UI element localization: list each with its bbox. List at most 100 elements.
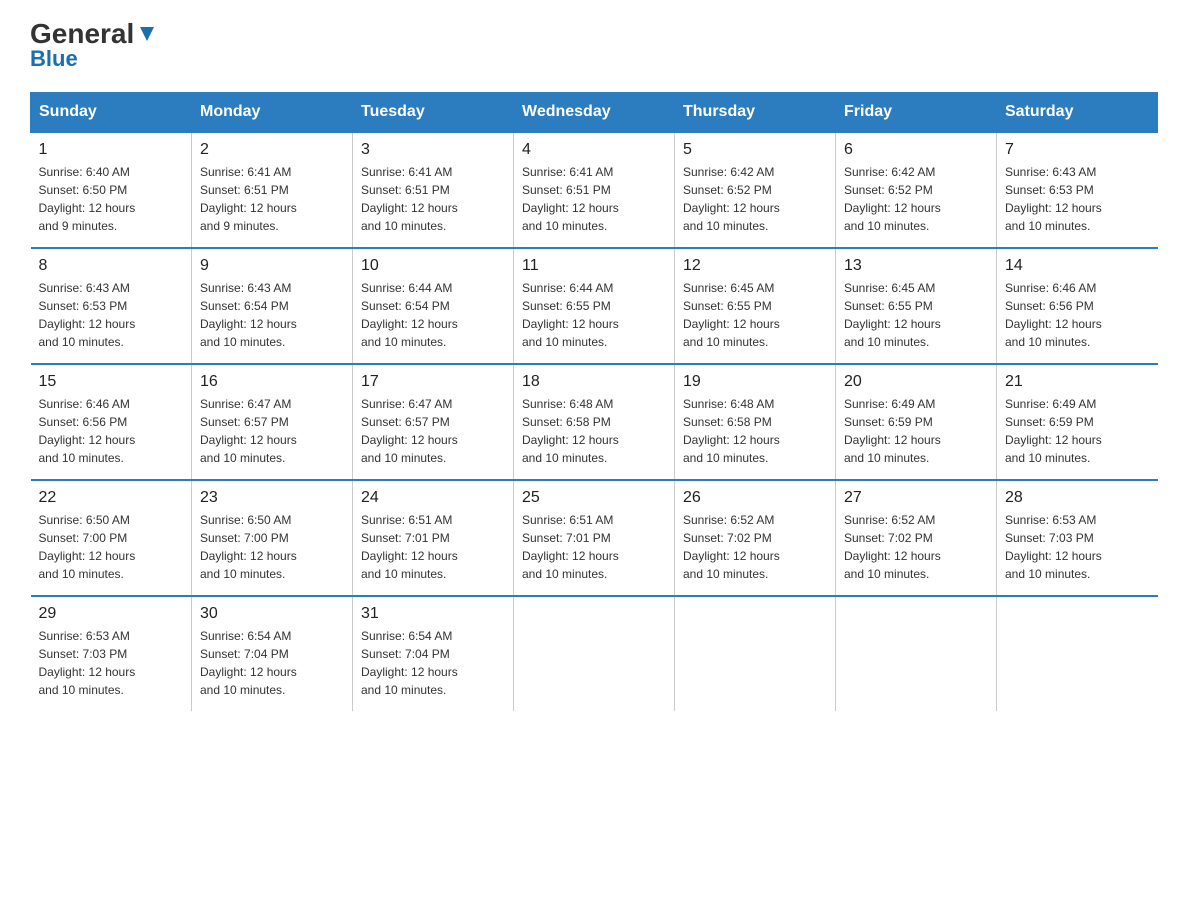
day-number: 20 bbox=[844, 373, 988, 391]
header-friday: Friday bbox=[836, 93, 997, 133]
calendar-cell: 9Sunrise: 6:43 AMSunset: 6:54 PMDaylight… bbox=[192, 248, 353, 364]
day-info: Sunrise: 6:46 AMSunset: 6:56 PMDaylight:… bbox=[1005, 279, 1150, 351]
logo: General Blue bbox=[30, 20, 158, 72]
day-info: Sunrise: 6:51 AMSunset: 7:01 PMDaylight:… bbox=[522, 511, 666, 583]
day-number: 1 bbox=[39, 141, 184, 159]
day-info: Sunrise: 6:44 AMSunset: 6:54 PMDaylight:… bbox=[361, 279, 505, 351]
day-info: Sunrise: 6:54 AMSunset: 7:04 PMDaylight:… bbox=[200, 627, 344, 699]
logo-blue: Blue bbox=[30, 46, 78, 72]
calendar-table: SundayMondayTuesdayWednesdayThursdayFrid… bbox=[30, 92, 1158, 711]
day-info: Sunrise: 6:47 AMSunset: 6:57 PMDaylight:… bbox=[200, 395, 344, 467]
calendar-cell: 31Sunrise: 6:54 AMSunset: 7:04 PMDayligh… bbox=[353, 596, 514, 711]
day-info: Sunrise: 6:50 AMSunset: 7:00 PMDaylight:… bbox=[39, 511, 184, 583]
day-number: 5 bbox=[683, 141, 827, 159]
day-number: 21 bbox=[1005, 373, 1150, 391]
day-number: 3 bbox=[361, 141, 505, 159]
day-number: 29 bbox=[39, 605, 184, 623]
calendar-cell: 14Sunrise: 6:46 AMSunset: 6:56 PMDayligh… bbox=[997, 248, 1158, 364]
day-number: 6 bbox=[844, 141, 988, 159]
header-saturday: Saturday bbox=[997, 93, 1158, 133]
day-info: Sunrise: 6:52 AMSunset: 7:02 PMDaylight:… bbox=[844, 511, 988, 583]
day-number: 7 bbox=[1005, 141, 1150, 159]
day-info: Sunrise: 6:40 AMSunset: 6:50 PMDaylight:… bbox=[39, 163, 184, 235]
calendar-cell bbox=[514, 596, 675, 711]
calendar-cell: 7 Sunrise: 6:43 AMSunset: 6:53 PMDaylight… bbox=[997, 132, 1158, 248]
day-number: 12 bbox=[683, 257, 827, 275]
calendar-week-row: 8 Sunrise: 6:43 AMSunset: 6:53 PMDaylight… bbox=[31, 248, 1158, 364]
day-number: 4 bbox=[522, 141, 666, 159]
day-info: Sunrise: 6:43 AMSunset: 6:53 PMDaylight:… bbox=[1005, 163, 1150, 235]
calendar-header-row: SundayMondayTuesdayWednesdayThursdayFrid… bbox=[31, 93, 1158, 133]
calendar-cell: 25 Sunrise: 6:51 AMSunset: 7:01 PMDayligh… bbox=[514, 480, 675, 596]
calendar-cell: 20 Sunrise: 6:49 AMSunset: 6:59 PMDayligh… bbox=[836, 364, 997, 480]
calendar-cell bbox=[997, 596, 1158, 711]
day-number: 17 bbox=[361, 373, 505, 391]
day-number: 8 bbox=[39, 257, 184, 275]
calendar-cell: 11Sunrise: 6:44 AMSunset: 6:55 PMDayligh… bbox=[514, 248, 675, 364]
day-info: Sunrise: 6:42 AMSunset: 6:52 PMDaylight:… bbox=[683, 163, 827, 235]
calendar-cell: 1 Sunrise: 6:40 AMSunset: 6:50 PMDaylight… bbox=[31, 132, 192, 248]
header-sunday: Sunday bbox=[31, 93, 192, 133]
day-info: Sunrise: 6:41 AMSunset: 6:51 PMDaylight:… bbox=[361, 163, 505, 235]
calendar-cell: 15 Sunrise: 6:46 AMSunset: 6:56 PMDayligh… bbox=[31, 364, 192, 480]
calendar-cell: 2 Sunrise: 6:41 AMSunset: 6:51 PMDaylight… bbox=[192, 132, 353, 248]
day-number: 30 bbox=[200, 605, 344, 623]
calendar-cell: 13 Sunrise: 6:45 AMSunset: 6:55 PMDayligh… bbox=[836, 248, 997, 364]
day-info: Sunrise: 6:44 AMSunset: 6:55 PMDaylight:… bbox=[522, 279, 666, 351]
day-info: Sunrise: 6:49 AMSunset: 6:59 PMDaylight:… bbox=[1005, 395, 1150, 467]
logo-general: General bbox=[30, 20, 134, 48]
calendar-cell: 22Sunrise: 6:50 AMSunset: 7:00 PMDayligh… bbox=[31, 480, 192, 596]
calendar-cell: 12 Sunrise: 6:45 AMSunset: 6:55 PMDayligh… bbox=[675, 248, 836, 364]
day-number: 2 bbox=[200, 141, 344, 159]
calendar-cell: 23Sunrise: 6:50 AMSunset: 7:00 PMDayligh… bbox=[192, 480, 353, 596]
calendar-cell: 16 Sunrise: 6:47 AMSunset: 6:57 PMDayligh… bbox=[192, 364, 353, 480]
day-number: 19 bbox=[683, 373, 827, 391]
calendar-cell: 17 Sunrise: 6:47 AMSunset: 6:57 PMDayligh… bbox=[353, 364, 514, 480]
day-info: Sunrise: 6:49 AMSunset: 6:59 PMDaylight:… bbox=[844, 395, 988, 467]
header-monday: Monday bbox=[192, 93, 353, 133]
day-info: Sunrise: 6:48 AMSunset: 6:58 PMDaylight:… bbox=[683, 395, 827, 467]
calendar-cell: 8 Sunrise: 6:43 AMSunset: 6:53 PMDaylight… bbox=[31, 248, 192, 364]
header-wednesday: Wednesday bbox=[514, 93, 675, 133]
day-info: Sunrise: 6:43 AMSunset: 6:53 PMDaylight:… bbox=[39, 279, 184, 351]
day-info: Sunrise: 6:53 AMSunset: 7:03 PMDaylight:… bbox=[39, 627, 184, 699]
calendar-cell: 24Sunrise: 6:51 AMSunset: 7:01 PMDayligh… bbox=[353, 480, 514, 596]
day-number: 9 bbox=[200, 257, 344, 275]
day-info: Sunrise: 6:50 AMSunset: 7:00 PMDaylight:… bbox=[200, 511, 344, 583]
page-header: General Blue bbox=[30, 20, 1158, 72]
day-info: Sunrise: 6:45 AMSunset: 6:55 PMDaylight:… bbox=[844, 279, 988, 351]
day-number: 31 bbox=[361, 605, 505, 623]
calendar-cell: 5 Sunrise: 6:42 AMSunset: 6:52 PMDaylight… bbox=[675, 132, 836, 248]
day-number: 25 bbox=[522, 489, 666, 507]
calendar-cell: 26Sunrise: 6:52 AMSunset: 7:02 PMDayligh… bbox=[675, 480, 836, 596]
day-info: Sunrise: 6:42 AMSunset: 6:52 PMDaylight:… bbox=[844, 163, 988, 235]
calendar-cell: 27 Sunrise: 6:52 AMSunset: 7:02 PMDayligh… bbox=[836, 480, 997, 596]
calendar-cell: 10 Sunrise: 6:44 AMSunset: 6:54 PMDayligh… bbox=[353, 248, 514, 364]
day-number: 27 bbox=[844, 489, 988, 507]
day-number: 15 bbox=[39, 373, 184, 391]
day-number: 16 bbox=[200, 373, 344, 391]
day-number: 10 bbox=[361, 257, 505, 275]
calendar-cell: 19 Sunrise: 6:48 AMSunset: 6:58 PMDayligh… bbox=[675, 364, 836, 480]
day-info: Sunrise: 6:47 AMSunset: 6:57 PMDaylight:… bbox=[361, 395, 505, 467]
day-number: 18 bbox=[522, 373, 666, 391]
day-info: Sunrise: 6:46 AMSunset: 6:56 PMDaylight:… bbox=[39, 395, 184, 467]
logo-arrow-icon bbox=[136, 23, 158, 45]
calendar-week-row: 1 Sunrise: 6:40 AMSunset: 6:50 PMDaylight… bbox=[31, 132, 1158, 248]
header-thursday: Thursday bbox=[675, 93, 836, 133]
calendar-cell: 29 Sunrise: 6:53 AMSunset: 7:03 PMDayligh… bbox=[31, 596, 192, 711]
calendar-week-row: 15 Sunrise: 6:46 AMSunset: 6:56 PMDayligh… bbox=[31, 364, 1158, 480]
calendar-week-row: 22Sunrise: 6:50 AMSunset: 7:00 PMDayligh… bbox=[31, 480, 1158, 596]
calendar-cell: 18Sunrise: 6:48 AMSunset: 6:58 PMDayligh… bbox=[514, 364, 675, 480]
day-info: Sunrise: 6:51 AMSunset: 7:01 PMDaylight:… bbox=[361, 511, 505, 583]
header-tuesday: Tuesday bbox=[353, 93, 514, 133]
day-info: Sunrise: 6:41 AMSunset: 6:51 PMDaylight:… bbox=[200, 163, 344, 235]
day-info: Sunrise: 6:45 AMSunset: 6:55 PMDaylight:… bbox=[683, 279, 827, 351]
calendar-week-row: 29 Sunrise: 6:53 AMSunset: 7:03 PMDayligh… bbox=[31, 596, 1158, 711]
calendar-cell: 30 Sunrise: 6:54 AMSunset: 7:04 PMDayligh… bbox=[192, 596, 353, 711]
day-number: 13 bbox=[844, 257, 988, 275]
calendar-cell bbox=[675, 596, 836, 711]
calendar-cell bbox=[836, 596, 997, 711]
calendar-cell: 4Sunrise: 6:41 AMSunset: 6:51 PMDaylight… bbox=[514, 132, 675, 248]
calendar-cell: 6 Sunrise: 6:42 AMSunset: 6:52 PMDaylight… bbox=[836, 132, 997, 248]
